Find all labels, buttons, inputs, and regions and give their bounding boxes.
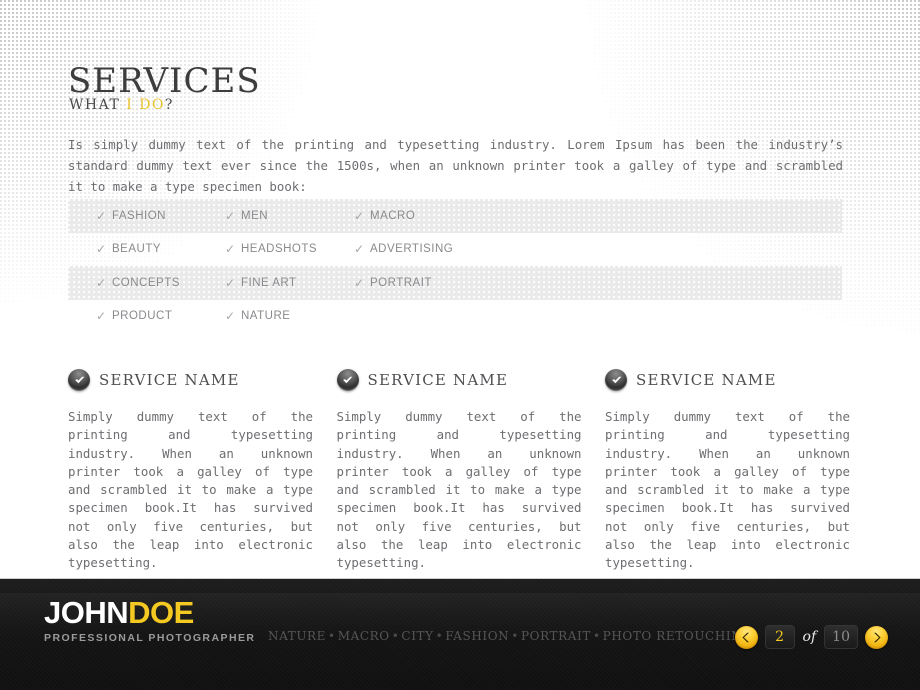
service-column-title: SERVICE NAME bbox=[367, 371, 509, 389]
service-row: ✓ PRODUCT ✓ NATURE ✓ bbox=[68, 300, 842, 334]
service-item[interactable]: ✓ MACRO bbox=[354, 209, 483, 223]
check-icon: ✓ bbox=[225, 275, 236, 290]
service-item-label: PORTRAIT bbox=[370, 276, 432, 289]
footer-nav-item[interactable]: PHOTO RETOUCHING bbox=[603, 629, 753, 643]
check-icon: ✓ bbox=[96, 242, 107, 257]
page-subtitle: WHAT I DO? bbox=[69, 98, 174, 112]
service-column-header: SERVICE NAME bbox=[68, 366, 313, 394]
service-item-label: FASHION bbox=[112, 209, 166, 222]
page-subtitle-suffix: ? bbox=[164, 97, 174, 113]
chevron-left-icon[interactable] bbox=[734, 625, 758, 649]
service-item-label: CONCEPTS bbox=[112, 276, 180, 289]
footer-bar: JOHNDOE PROFESSIONAL PHOTOGRAPHER NATURE… bbox=[0, 578, 920, 690]
service-item-label: ADVERTISING bbox=[370, 243, 454, 256]
check-circle-icon bbox=[605, 369, 627, 391]
footer-nav-item[interactable]: PORTRAIT bbox=[521, 629, 591, 643]
service-row: ✓ FASHION ✓ MEN ✓ MACRO bbox=[68, 199, 842, 233]
service-columns: SERVICE NAME Simply dummy text of the pr… bbox=[68, 366, 850, 573]
service-column-header: SERVICE NAME bbox=[336, 366, 582, 394]
service-column-body: Simply dummy text of the printing and ty… bbox=[605, 409, 850, 571]
page-current: 2 bbox=[775, 629, 784, 645]
footer-nav-item[interactable]: MACRO bbox=[338, 629, 390, 643]
service-column-title: SERVICE NAME bbox=[636, 371, 777, 389]
service-item[interactable]: ✓ FINE ART bbox=[225, 276, 354, 290]
slide-content: SERVICES WHAT I DO? Is simply dummy text… bbox=[0, 0, 920, 578]
check-circle-icon bbox=[336, 369, 359, 391]
service-item[interactable]: ✓ PRODUCT bbox=[96, 309, 225, 323]
page-subtitle-prefix: WHAT bbox=[69, 97, 127, 113]
slide-root: SERVICES WHAT I DO? Is simply dummy text… bbox=[0, 0, 920, 690]
footer-nav-item[interactable]: NATURE bbox=[268, 629, 326, 643]
brand-name-second: DOE bbox=[128, 595, 194, 630]
nav-separator: • bbox=[511, 629, 519, 643]
service-item[interactable]: ✓ BEAUTY bbox=[96, 242, 225, 256]
service-column-header: SERVICE NAME bbox=[605, 366, 850, 394]
service-item-label: PRODUCT bbox=[112, 310, 173, 323]
service-column: SERVICE NAME Simply dummy text of the pr… bbox=[68, 366, 313, 573]
service-item-label: MEN bbox=[241, 209, 269, 222]
check-icon: ✓ bbox=[225, 309, 236, 324]
check-icon: ✓ bbox=[354, 275, 365, 290]
service-item[interactable]: ✓ CONCEPTS bbox=[96, 276, 225, 290]
service-item-label: FINE ART bbox=[241, 276, 297, 289]
check-icon: ✓ bbox=[225, 242, 236, 257]
service-row: ✓ CONCEPTS ✓ FINE ART ✓ PORTRAIT bbox=[68, 266, 842, 300]
page-title: SERVICES bbox=[68, 61, 261, 101]
brand-name: JOHNDOE bbox=[44, 597, 255, 628]
nav-separator: • bbox=[435, 629, 444, 643]
brand-tagline: PROFESSIONAL PHOTOGRAPHER bbox=[44, 632, 256, 644]
check-icon: ✓ bbox=[225, 208, 236, 223]
check-icon: ✓ bbox=[96, 208, 107, 223]
page-total: 10 bbox=[832, 629, 850, 645]
intro-paragraph: Is simply dummy text of the printing and… bbox=[68, 137, 843, 194]
service-item-label: BEAUTY bbox=[112, 243, 162, 256]
service-item-label: MACRO bbox=[370, 209, 416, 222]
chevron-right-icon[interactable] bbox=[865, 625, 888, 649]
service-column: SERVICE NAME Simply dummy text of the pr… bbox=[605, 366, 850, 573]
service-column: SERVICE NAME Simply dummy text of the pr… bbox=[336, 366, 582, 573]
service-list: ✓ FASHION ✓ MEN ✓ MACRO ✓ BEAUTY ✓ HEADSHOTS … bbox=[68, 199, 842, 333]
footer-nav: NATURE • MACRO • CITY • FASHION • PORTRAIT • PHOTO… bbox=[268, 629, 753, 643]
page-total-box: 10 bbox=[824, 625, 858, 649]
nav-separator: • bbox=[391, 629, 400, 643]
pagination: 2 of 10 bbox=[734, 625, 888, 649]
service-column-body: Simply dummy text of the printing and ty… bbox=[68, 409, 313, 571]
check-circle-icon bbox=[68, 369, 90, 391]
check-icon: ✓ bbox=[354, 208, 365, 223]
service-item[interactable]: ✓ HEADSHOTS bbox=[225, 242, 354, 256]
check-icon: ✓ bbox=[96, 309, 107, 324]
service-column-body: Simply dummy text of the printing and ty… bbox=[336, 409, 582, 571]
service-row: ✓ BEAUTY ✓ HEADSHOTS ✓ ADVERTISING bbox=[68, 233, 842, 267]
check-icon: ✓ bbox=[96, 275, 107, 290]
check-icon: ✓ bbox=[354, 242, 365, 257]
page-current-box: 2 bbox=[764, 625, 795, 649]
page-subtitle-highlight: I DO bbox=[126, 97, 165, 113]
service-item[interactable]: ✓ MEN bbox=[225, 209, 354, 223]
service-item[interactable]: ✓ FASHION bbox=[96, 209, 225, 223]
service-item-label: NATURE bbox=[241, 310, 291, 323]
brand-logo[interactable]: JOHNDOE PROFESSIONAL PHOTOGRAPHER bbox=[44, 597, 255, 644]
nav-separator: • bbox=[592, 629, 601, 643]
page-of-label: of bbox=[802, 629, 817, 645]
service-item[interactable]: ✓ ADVERTISING bbox=[354, 242, 483, 256]
service-item[interactable]: ✓ PORTRAIT bbox=[354, 276, 483, 290]
footer-nav-item[interactable]: CITY bbox=[401, 629, 433, 643]
brand-name-first: JOHN bbox=[44, 595, 129, 630]
footer-nav-item[interactable]: FASHION bbox=[445, 629, 509, 643]
service-item[interactable]: ✓ NATURE bbox=[225, 309, 354, 323]
service-item-label: HEADSHOTS bbox=[241, 243, 318, 256]
service-column-title: SERVICE NAME bbox=[99, 371, 240, 389]
nav-separator: • bbox=[328, 629, 336, 643]
